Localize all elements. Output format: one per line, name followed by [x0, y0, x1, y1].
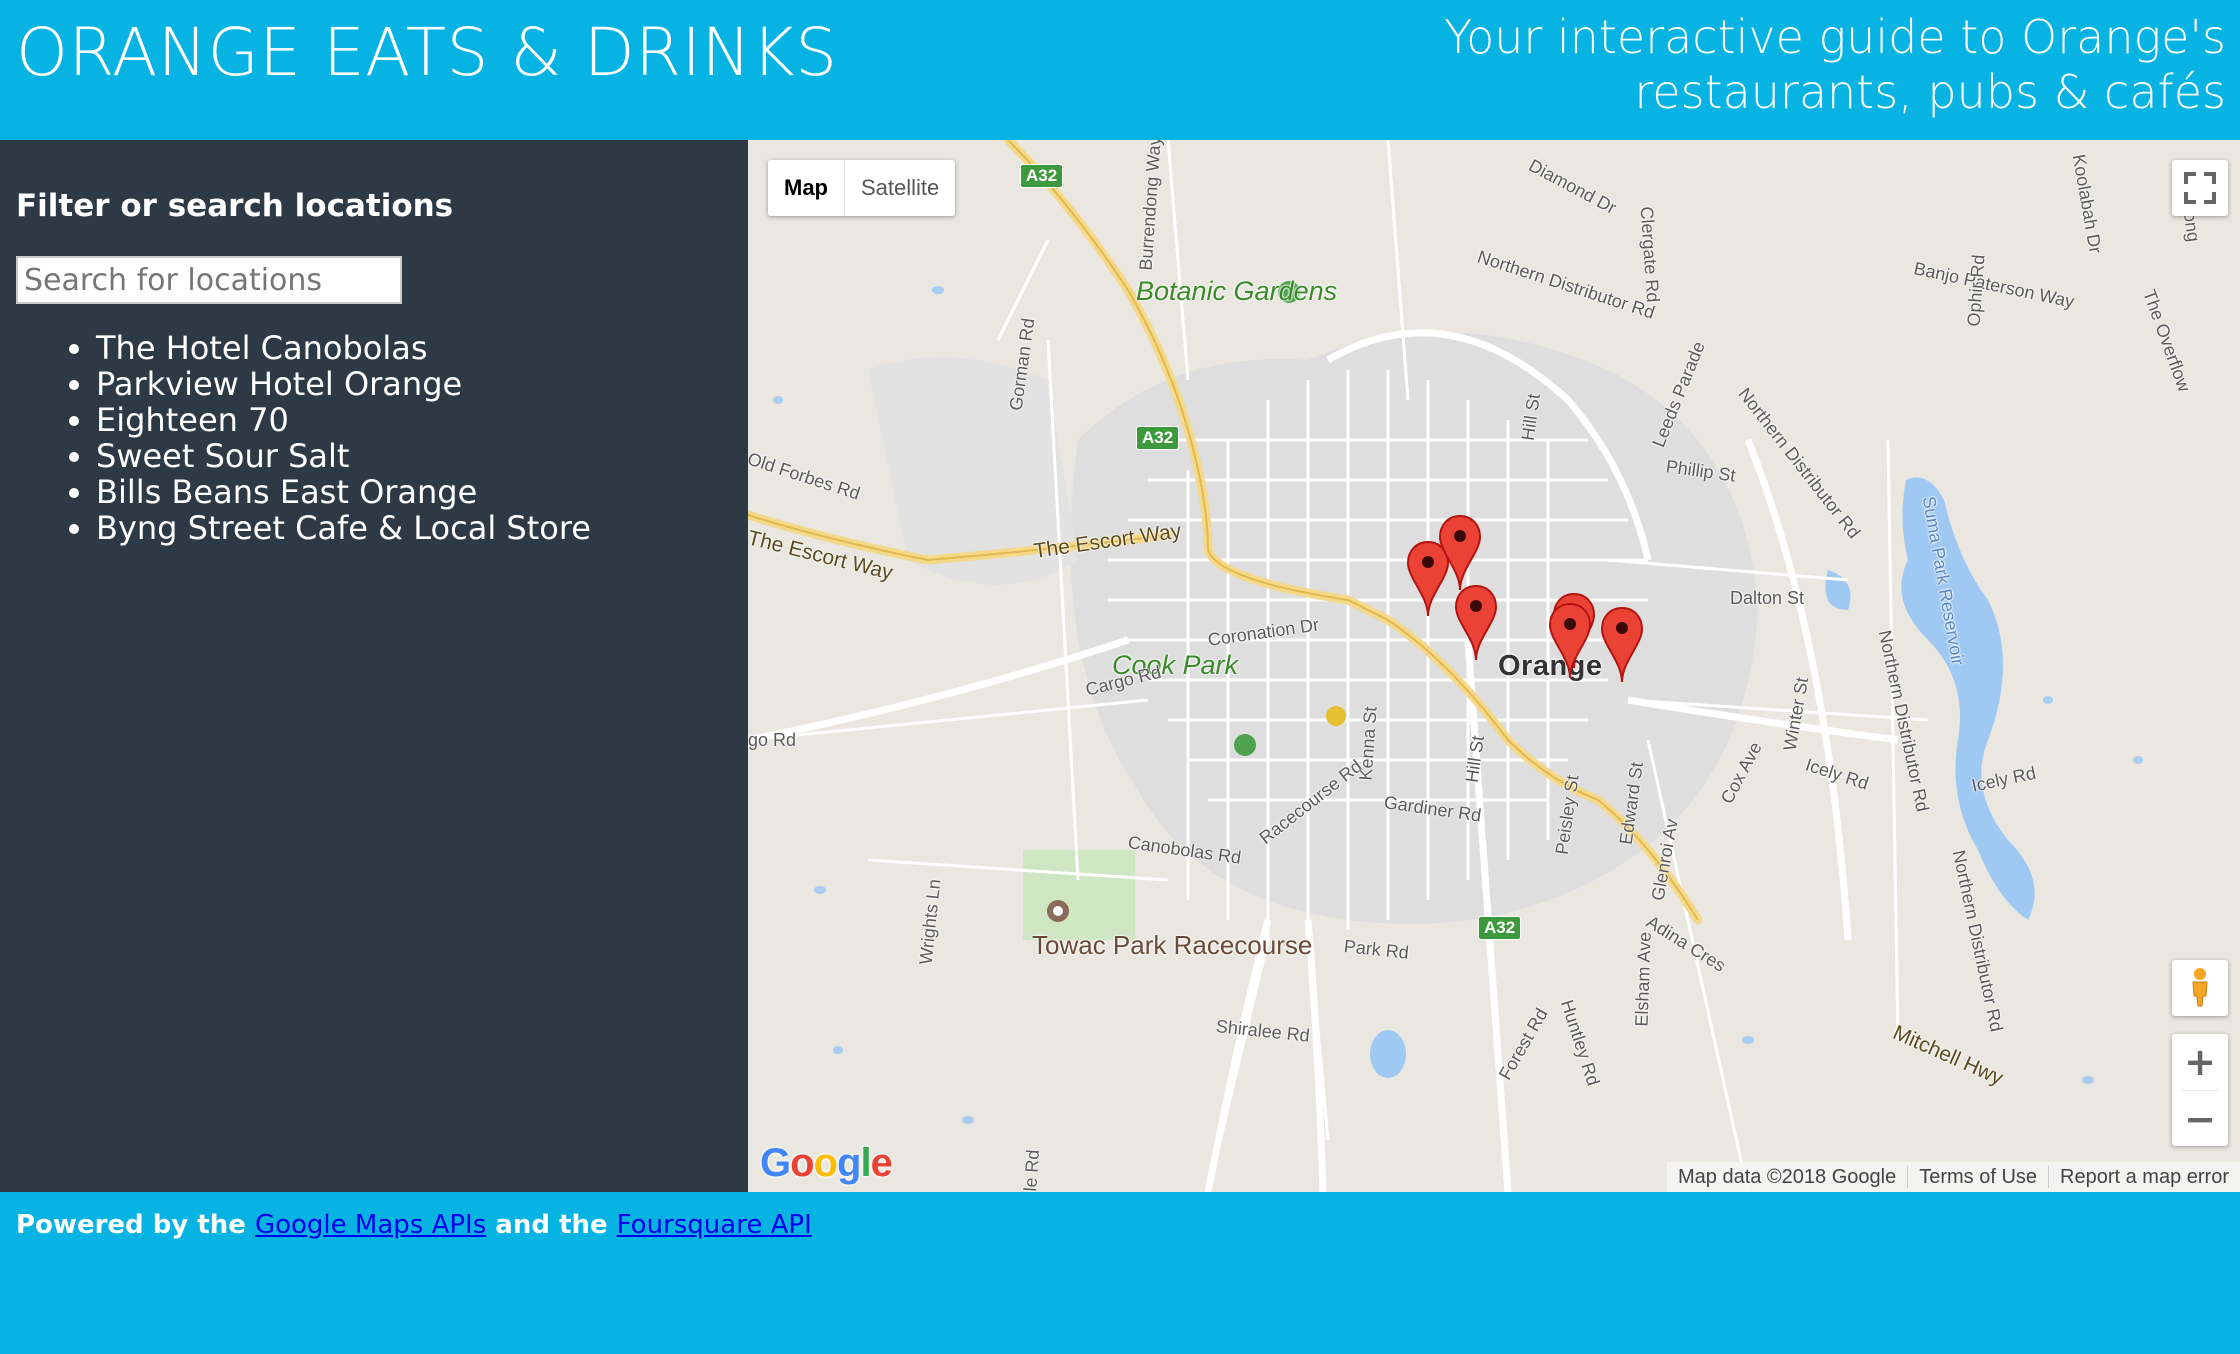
- map-type-satellite-button[interactable]: Satellite: [845, 160, 955, 216]
- zoom-in-button[interactable]: +: [2172, 1034, 2228, 1090]
- list-item[interactable]: Parkview Hotel Orange: [96, 366, 591, 402]
- map-label: cle Rd: [1019, 1148, 1044, 1192]
- route-shield: A32: [1020, 164, 1064, 188]
- map-label: Botanic Gardens: [1136, 276, 1338, 306]
- street-view-button[interactable]: [2172, 960, 2228, 1016]
- map-marker[interactable]: [1454, 584, 1498, 662]
- list-item[interactable]: Byng Street Cafe & Local Store: [96, 510, 591, 546]
- powered-prefix: Powered by the: [16, 1210, 255, 1240]
- sidebar: Filter or search locations The Hotel Can…: [0, 140, 748, 1192]
- map-type-map-button[interactable]: Map: [768, 160, 845, 216]
- list-item[interactable]: Eighteen 70: [96, 402, 591, 438]
- map-marker[interactable]: [1438, 514, 1482, 592]
- map-attribution: Map data ©2018 Google Terms of Use Repor…: [1666, 1162, 2240, 1192]
- fullscreen-icon: [2184, 172, 2216, 204]
- list-item[interactable]: The Hotel Canobolas: [96, 330, 591, 366]
- map-label: Elsham Ave: [1631, 931, 1655, 1027]
- route-shield: A32: [1136, 426, 1180, 450]
- header: ORANGE EATS & DRINKS Your interactive gu…: [0, 0, 2240, 140]
- powered-middle: and the: [486, 1210, 617, 1240]
- powered-by-text: Powered by the Google Maps APIs and the …: [16, 1210, 812, 1240]
- map-type-control: Map Satellite: [768, 160, 956, 216]
- map-label: Dalton St: [1730, 588, 1805, 608]
- google-logo[interactable]: Google: [760, 1141, 893, 1186]
- zoom-out-button[interactable]: −: [2172, 1091, 2228, 1147]
- pegman-icon: [2192, 968, 2208, 1007]
- map-marker[interactable]: [1548, 602, 1592, 680]
- list-item[interactable]: Sweet Sour Salt: [96, 438, 591, 474]
- terms-link[interactable]: Terms of Use: [1908, 1166, 2048, 1189]
- foursquare-api-link[interactable]: Foursquare API: [617, 1210, 812, 1240]
- map-label: Towac Park Racecourse: [1032, 930, 1313, 960]
- fullscreen-button[interactable]: [2172, 160, 2228, 216]
- report-error-link[interactable]: Report a map error: [2049, 1166, 2240, 1189]
- route-shield: A32: [1478, 916, 1522, 940]
- location-list: The Hotel Canobolas Parkview Hotel Orang…: [0, 330, 591, 546]
- zoom-control: + −: [2172, 1034, 2228, 1146]
- app-title: ORANGE EATS & DRINKS: [16, 14, 838, 91]
- search-input[interactable]: [16, 256, 402, 304]
- map-data-text: Map data ©2018 Google: [1677, 1165, 1897, 1188]
- google-maps-apis-link[interactable]: Google Maps APIs: [255, 1210, 486, 1240]
- map-label: go Rd: [748, 730, 797, 750]
- list-item[interactable]: Bills Beans East Orange: [96, 474, 591, 510]
- footer: Powered by the Google Maps APIs and the …: [0, 1192, 2240, 1354]
- tagline: Your interactive guide to Orange's resta…: [1444, 10, 2226, 119]
- filter-heading: Filter or search locations: [16, 188, 454, 224]
- map[interactable]: Botanic Gardens Cook Park Orange Towac P…: [748, 140, 2240, 1192]
- map-marker[interactable]: [1600, 606, 1644, 684]
